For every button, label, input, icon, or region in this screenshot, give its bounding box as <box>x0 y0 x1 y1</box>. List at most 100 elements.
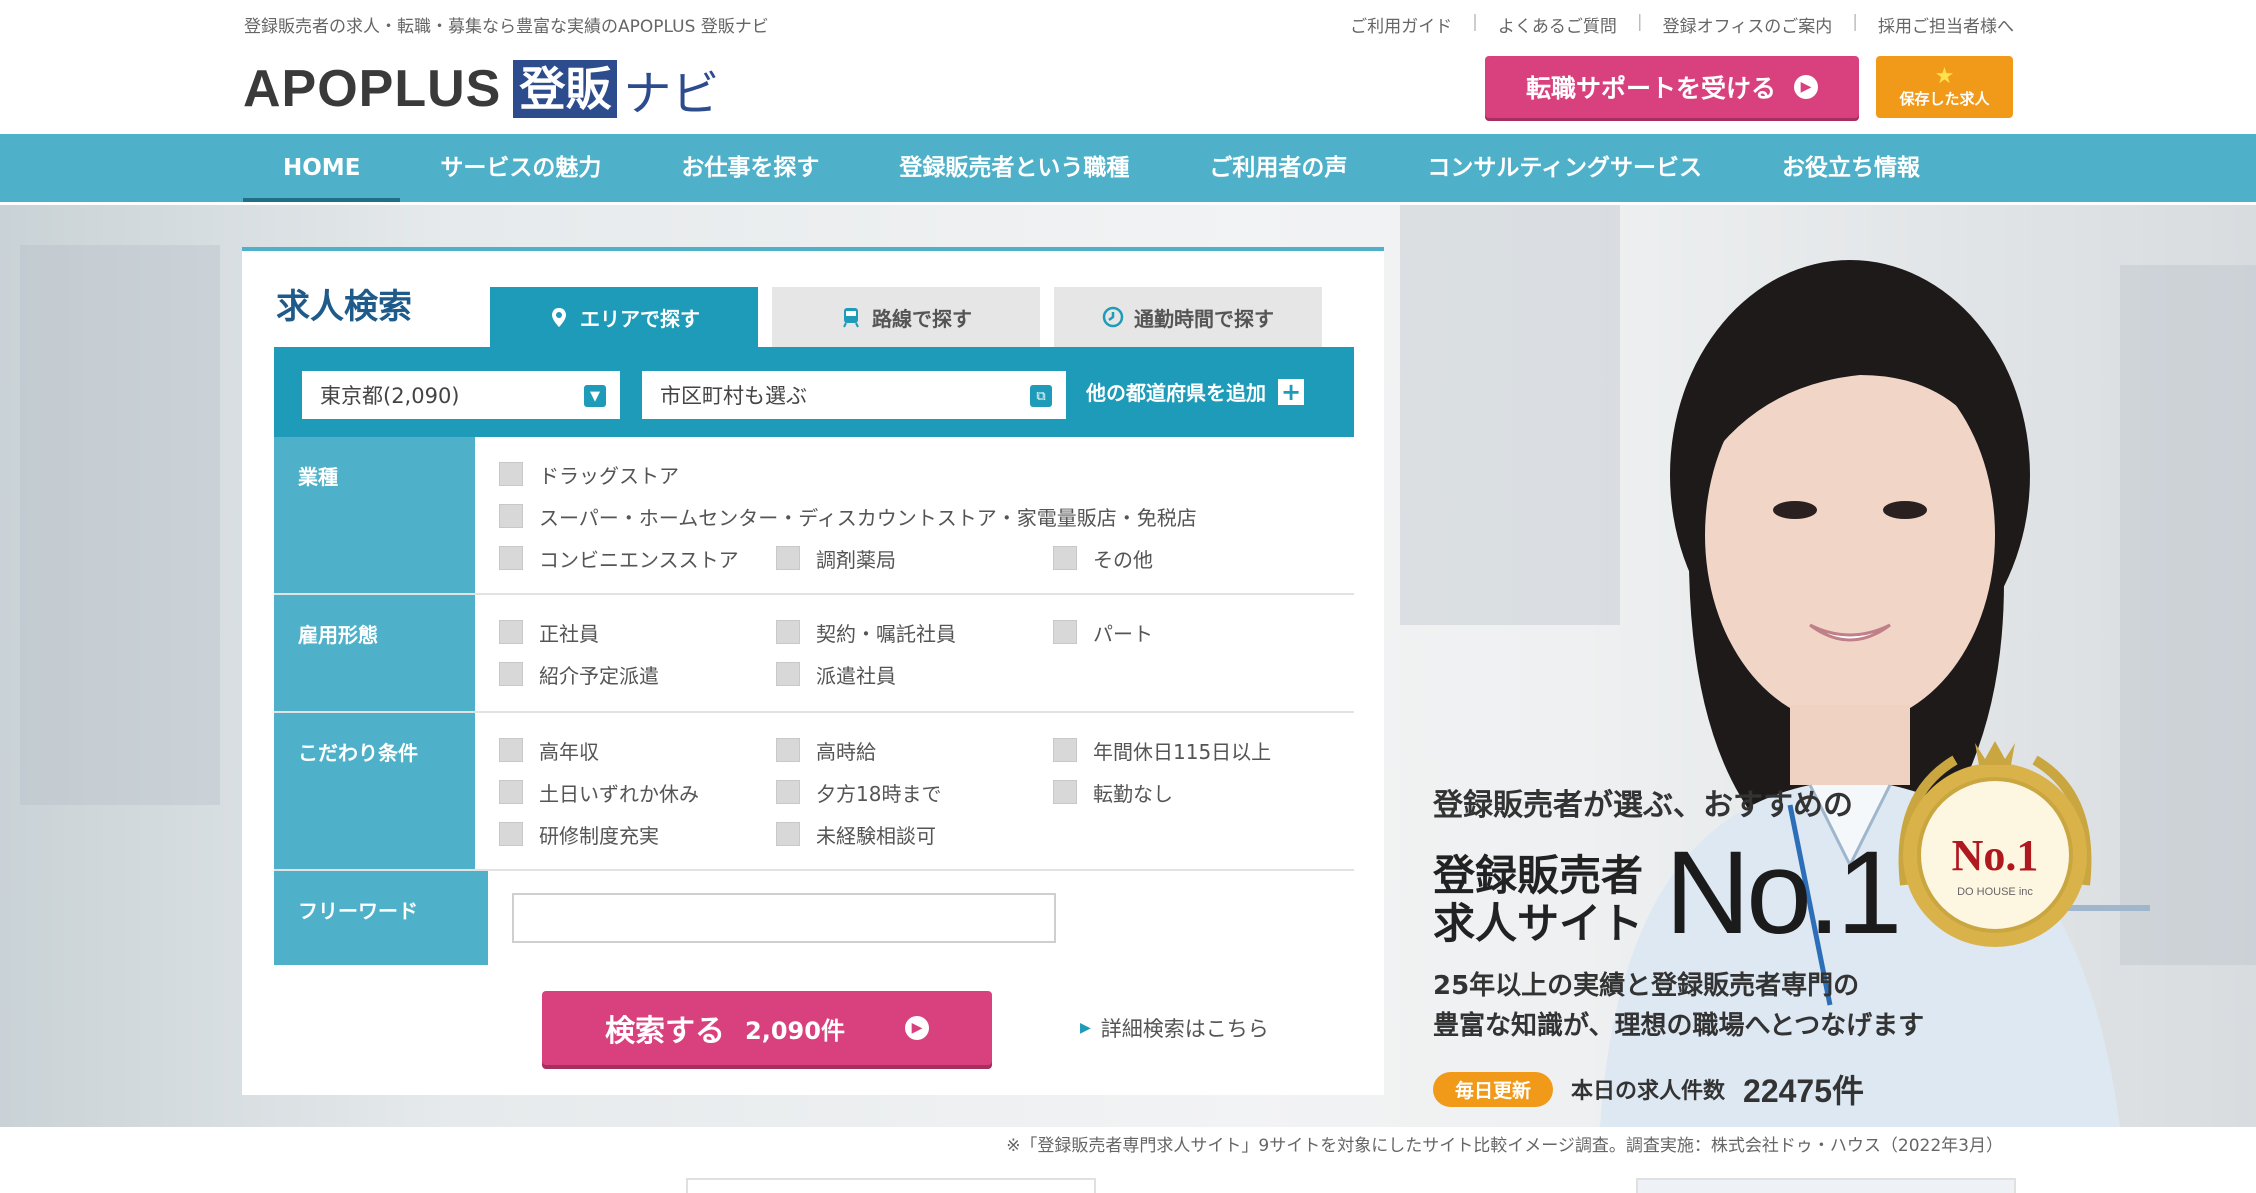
shelf-decoration <box>20 245 220 805</box>
count-label: 本日の求人件数 <box>1571 1079 1726 1104</box>
site-tagline: 登録販売者の求人・転職・募集なら豊富な実績のAPOPLUS 登販ナビ <box>244 17 769 37</box>
checkbox-box[interactable] <box>1053 620 1077 644</box>
filter-label-conditions: こだわり条件 <box>274 713 475 869</box>
city-select[interactable]: 市区町村も選ぶ ⧉ <box>642 371 1066 419</box>
checkbox-box[interactable] <box>499 546 523 570</box>
daily-update-badge: 毎日更新 <box>1433 1071 1554 1107</box>
add-prefecture-link[interactable]: 他の都道府県を追加 + <box>1086 377 1304 406</box>
hero-lead: 登録販売者が選ぶ、おすすめの <box>1433 788 1853 823</box>
checkbox-box[interactable] <box>776 822 800 846</box>
next-section-edge <box>1636 1178 2016 1193</box>
util-link-faq[interactable]: よくあるご質問 <box>1478 12 1637 37</box>
arrow-right-icon: ▶ <box>1794 75 1818 99</box>
checkbox-label: 調剤薬局 <box>816 547 896 572</box>
nav-service[interactable]: サービスの魅力 <box>400 134 641 202</box>
advanced-search-label: 詳細検索はこちら <box>1100 1017 1269 1041</box>
search-title: 求人検索 <box>276 287 412 327</box>
checkbox-box[interactable] <box>499 738 523 762</box>
search-button[interactable]: 検索する 2,090件 ▶ <box>542 991 992 1065</box>
checkbox-box[interactable] <box>776 662 800 686</box>
checkbox-box[interactable] <box>499 620 523 644</box>
hero-copy: 登録販売者が選ぶ、おすすめの 登録販売者 求人サイト No.1 25年以上の実績… <box>1433 780 1924 1112</box>
tab-commute[interactable]: 通勤時間で探す <box>1054 287 1322 347</box>
tab-route-label: 路線で探す <box>872 306 972 331</box>
checkbox-inexperienced-ok[interactable]: 未経験相談可 <box>776 820 1053 849</box>
hero-no1: No.1 <box>1665 827 1902 959</box>
clock-icon <box>1102 306 1124 328</box>
checkbox-label: 年間休日115日以上 <box>1093 739 1272 764</box>
tab-route[interactable]: 路線で探す <box>772 287 1040 347</box>
checkbox-label: 研修制度充実 <box>539 823 659 848</box>
hero-title: 登録販売者 求人サイト <box>1433 852 1643 948</box>
filter-table: 業種 ドラッグストア スーパー・ホームセンター・ディスカウントストア・家電量販店… <box>274 437 1354 965</box>
survey-footnote: ※「登録販売者専門求人サイト」9サイトを対象にしたサイト比較イメージ調査。調査実… <box>1006 1136 2003 1156</box>
checkbox-dispatch[interactable]: 派遣社員 <box>776 660 1053 689</box>
train-icon <box>843 308 859 328</box>
nav-find-jobs[interactable]: お仕事を探す <box>641 134 859 202</box>
checkbox-fulltime[interactable]: 正社員 <box>499 618 776 647</box>
triangle-right-icon: ▶ <box>1080 1020 1091 1036</box>
checkbox-training[interactable]: 研修制度充実 <box>499 820 776 849</box>
util-link-guide[interactable]: ご利用ガイド <box>1330 12 1472 37</box>
checkbox-parttime[interactable]: パート <box>1053 618 1330 647</box>
chevron-down-icon: ▼ <box>584 385 606 407</box>
checkbox-box[interactable] <box>776 780 800 804</box>
site-logo[interactable]: APOPLUS 登販 ナビ <box>243 54 719 124</box>
checkbox-box[interactable] <box>499 504 523 528</box>
filter-row-freeword: フリーワード <box>274 871 1354 965</box>
checkbox-high-income[interactable]: 高年収 <box>499 736 776 765</box>
filter-row-conditions: こだわり条件 高年収 高時給 年間休日115日以上 土日いずれか休み 夕方18時… <box>274 713 1354 871</box>
filter-row-industry: 業種 ドラッグストア スーパー・ホームセンター・ディスカウントストア・家電量販店… <box>274 437 1354 595</box>
logo-suffix: ナビ <box>623 66 720 122</box>
checkbox-box[interactable] <box>499 780 523 804</box>
filter-options: 高年収 高時給 年間休日115日以上 土日いずれか休み 夕方18時まで 転勤なし… <box>475 713 1354 869</box>
checkbox-convenience[interactable]: コンビニエンスストア <box>499 544 776 573</box>
checkbox-box[interactable] <box>1053 780 1077 804</box>
checkbox-until-18[interactable]: 夕方18時まで <box>776 778 1053 807</box>
search-button-label: 検索する <box>605 1014 726 1049</box>
util-link-recruiters[interactable]: 採用ご担当者様へ <box>1858 12 2014 37</box>
hero-title-line2: 求人サイト <box>1433 899 1644 948</box>
checkbox-supermarket[interactable]: スーパー・ホームセンター・ディスカウントストア・家電量販店・免税店 <box>499 502 1197 531</box>
prefecture-select[interactable]: 東京都(2,090) ▼ <box>302 371 620 419</box>
nav-consulting[interactable]: コンサルティングサービス <box>1387 134 1742 202</box>
checkbox-weekend-off[interactable]: 土日いずれか休み <box>499 778 776 807</box>
freeword-input[interactable] <box>512 893 1056 943</box>
nav-useful-info[interactable]: お役立ち情報 <box>1742 134 1960 202</box>
tab-area[interactable]: エリアで探す <box>490 287 758 347</box>
saved-jobs-button[interactable]: ★ 保存した求人 <box>1876 56 2013 118</box>
checkbox-label: 紹介予定派遣 <box>539 663 659 688</box>
logo-box: 登販 <box>513 60 618 118</box>
checkbox-drugstore[interactable]: ドラッグストア <box>499 460 679 489</box>
checkbox-no-transfer[interactable]: 転勤なし <box>1053 778 1330 807</box>
nav-profession[interactable]: 登録販売者という職種 <box>859 134 1169 202</box>
plus-icon: + <box>1278 378 1304 405</box>
checkbox-box[interactable] <box>776 546 800 570</box>
checkbox-other[interactable]: その他 <box>1053 544 1330 573</box>
checkbox-box[interactable] <box>1053 738 1077 762</box>
job-search-panel: 求人検索 エリアで探す 路線で探す 通勤時間で探す 東京都(2,090) ▼ 市… <box>242 247 1384 1095</box>
nav-home[interactable]: HOME <box>243 134 401 202</box>
util-link-offices[interactable]: 登録オフィスのご案内 <box>1643 12 1853 37</box>
freeword-cell <box>488 871 1354 965</box>
checkbox-box[interactable] <box>1053 546 1077 570</box>
checkbox-contract[interactable]: 契約・嘱託社員 <box>776 618 1053 647</box>
checkbox-box[interactable] <box>499 662 523 686</box>
medal-sub-text: DO HOUSE inc <box>1957 886 2033 898</box>
search-button-count: 2,090件 <box>745 1016 845 1045</box>
checkbox-label: 未経験相談可 <box>816 823 936 848</box>
checkbox-box[interactable] <box>499 822 523 846</box>
star-icon: ★ <box>1934 63 1955 89</box>
tab-commute-label: 通勤時間で探す <box>1134 306 1274 331</box>
checkbox-box[interactable] <box>776 620 800 644</box>
utility-nav: ご利用ガイド | よくあるご質問 | 登録オフィスのご案内 | 採用ご担当者様へ <box>1330 12 2014 37</box>
checkbox-box[interactable] <box>499 462 523 486</box>
checkbox-temp-to-hire[interactable]: 紹介予定派遣 <box>499 660 776 689</box>
checkbox-dispensing[interactable]: 調剤薬局 <box>776 544 1053 573</box>
advanced-search-link[interactable]: ▶ 詳細検索はこちら <box>1080 1013 1269 1043</box>
checkbox-holidays-115[interactable]: 年間休日115日以上 <box>1053 736 1330 765</box>
nav-testimonials[interactable]: ご利用者の声 <box>1169 134 1387 202</box>
checkbox-high-hourly[interactable]: 高時給 <box>776 736 1053 765</box>
career-support-button[interactable]: 転職サポートを受ける ▶ <box>1485 56 1859 118</box>
checkbox-box[interactable] <box>776 738 800 762</box>
